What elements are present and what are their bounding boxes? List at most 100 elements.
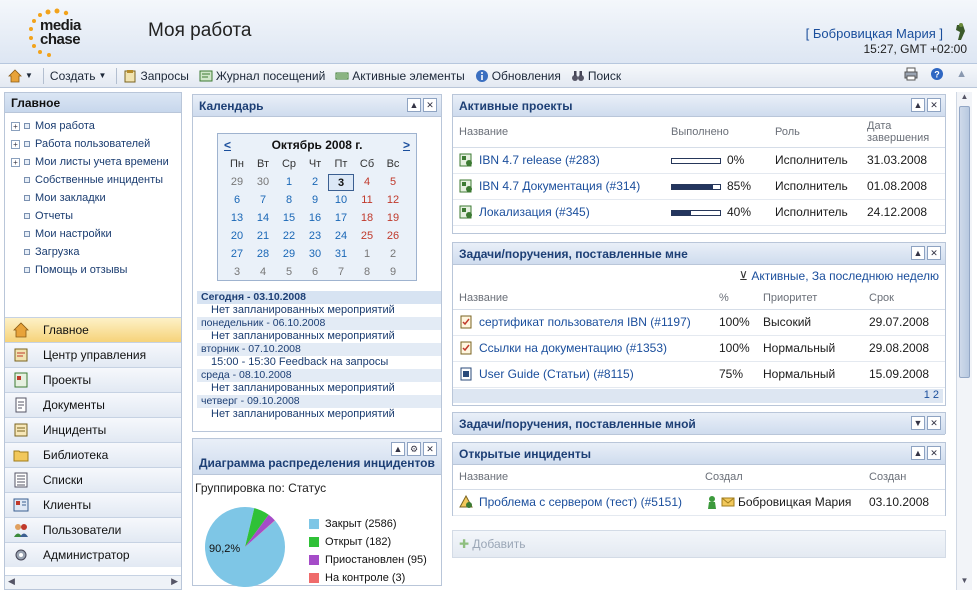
calendar-day[interactable]: 1 [276, 174, 302, 191]
project-link[interactable]: Локализация (#345) [479, 205, 590, 219]
expand-plus-icon[interactable]: + [11, 157, 20, 167]
project-link[interactable]: IBN 4.7 Документация (#314) [479, 179, 640, 193]
collapse-icon[interactable]: ▲ [911, 246, 925, 260]
filter-link[interactable]: Активные, За последнюю неделю [751, 269, 939, 283]
collapse-up-icon[interactable]: ▲ [956, 68, 967, 80]
scroll-right-icon[interactable]: ▶ [171, 576, 178, 587]
calendar-day[interactable]: 5 [380, 174, 406, 191]
close-icon[interactable]: ✕ [927, 246, 941, 260]
nav-item[interactable]: Документы [5, 392, 181, 417]
agenda-event[interactable]: Нет запланированных мероприятий [197, 382, 441, 395]
table-row[interactable]: User Guide (Статьи) (#8115) 75% Нормальный… [453, 361, 945, 388]
print-icon[interactable] [904, 67, 918, 81]
table-row[interactable]: IBN 4.7 Документация (#314) 85% Исполнител… [453, 173, 945, 200]
calendar-day[interactable]: 6 [302, 264, 328, 281]
expand-plus-icon[interactable]: + [11, 139, 20, 149]
tree-item[interactable]: Мои настройки [11, 225, 181, 243]
scroll-down-icon[interactable]: ▼ [957, 576, 972, 590]
tree-item[interactable]: Загрузка [11, 243, 181, 261]
calendar-day[interactable]: 8 [354, 264, 380, 281]
calendar-day[interactable]: 6 [224, 192, 250, 209]
close-icon[interactable]: ✕ [423, 442, 437, 456]
task-name-cell[interactable]: сертификат пользователя IBN (#1197) [453, 309, 713, 336]
nav-item[interactable]: Центр управления [5, 342, 181, 367]
calendar-day[interactable]: 30 [250, 174, 276, 191]
calendar-day[interactable]: 21 [250, 228, 276, 245]
nav-item[interactable]: Клиенты [5, 492, 181, 517]
agenda-event[interactable]: 15:00 - 15:30 Feedback на запросы [197, 356, 441, 369]
updates-button[interactable]: Обновления [475, 69, 561, 83]
task-name-cell[interactable]: Ссылки на документацию (#1353) [453, 335, 713, 362]
project-name-cell[interactable]: IBN 4.7 Документация (#314) [453, 173, 665, 200]
calendar-day[interactable]: 3 [224, 264, 250, 281]
prev-month-link[interactable]: < [224, 138, 231, 152]
calendar-day[interactable]: 5 [276, 264, 302, 281]
table-row[interactable]: Локализация (#345) 40% Исполнитель 24.12.20… [453, 199, 945, 226]
nav-item[interactable]: Библиотека [5, 442, 181, 467]
agenda-day[interactable]: четверг - 09.10.2008 [197, 395, 441, 408]
calendar-day[interactable]: 2 [302, 174, 328, 191]
close-icon[interactable]: ✕ [423, 98, 437, 112]
expand-icon[interactable]: ▼ [911, 416, 925, 430]
calendar-day[interactable]: 7 [250, 192, 276, 209]
task-link[interactable]: Ссылки на документацию (#1353) [479, 341, 667, 355]
table-row[interactable]: сертификат пользователя IBN (#1197) 100% В… [453, 309, 945, 336]
help-icon[interactable]: ? [930, 67, 944, 81]
close-icon[interactable]: ✕ [927, 416, 941, 430]
calendar-day[interactable]: 29 [276, 246, 302, 263]
calendar-day[interactable]: 8 [276, 192, 302, 209]
user-name-link[interactable]: [ Бобровицкая Мария ] [806, 26, 943, 41]
agenda-day[interactable]: вторник - 07.10.2008 [197, 343, 441, 356]
project-name-cell[interactable]: IBN 4.7 release (#283) [453, 147, 665, 174]
search-button[interactable]: Поиск [571, 69, 621, 83]
calendar-day[interactable]: 30 [302, 246, 328, 263]
calendar-day[interactable]: 7 [328, 264, 354, 281]
collapse-icon[interactable]: ▲ [911, 446, 925, 460]
calendar-day[interactable]: 22 [276, 228, 302, 245]
tree-item[interactable]: + Мои листы учета времени [11, 153, 181, 171]
page-1-link[interactable]: 1 [924, 389, 930, 401]
tree-item[interactable]: Собственные инциденты [11, 171, 181, 189]
nav-item[interactable]: Администратор [5, 542, 181, 567]
calendar-day[interactable]: 3 [328, 174, 354, 191]
settings-icon[interactable]: ⚙ [407, 442, 421, 456]
table-row[interactable]: IBN 4.7 release (#283) 0% Исполнитель 31.03… [453, 147, 945, 174]
calendar-day[interactable]: 2 [380, 246, 406, 263]
calendar-day[interactable]: 13 [224, 210, 250, 227]
calendar-day[interactable]: 26 [380, 228, 406, 245]
logout-icon[interactable] [953, 22, 967, 42]
calendar-day[interactable]: 17 [328, 210, 354, 227]
calendar-day[interactable]: 12 [380, 192, 406, 209]
main-vertical-scrollbar[interactable]: ▲ ▼ [956, 92, 972, 590]
incident-name-cell[interactable]: Проблема с сервером (тест) (#5151) [453, 489, 699, 516]
next-month-link[interactable]: > [403, 138, 410, 152]
creator-cell[interactable]: Бобровицкая Мария [699, 489, 863, 516]
agenda-event[interactable]: Нет запланированных мероприятий [197, 330, 441, 343]
scroll-left-icon[interactable]: ◀ [8, 576, 15, 587]
agenda-day[interactable]: понедельник - 06.10.2008 [197, 317, 441, 330]
active-items-button[interactable]: Активные элементы [335, 69, 465, 83]
tree-item[interactable]: Мои закладки [11, 189, 181, 207]
scrollbar-thumb[interactable] [959, 106, 970, 378]
calendar-day[interactable]: 4 [354, 174, 380, 191]
create-menu-button[interactable]: Создать ▼ [50, 69, 107, 83]
collapse-icon[interactable]: ▲ [391, 442, 405, 456]
calendar-day[interactable]: 1 [354, 246, 380, 263]
scroll-up-icon[interactable]: ▲ [957, 92, 972, 106]
nav-item[interactable]: Инциденты [5, 417, 181, 442]
project-name-cell[interactable]: Локализация (#345) [453, 199, 665, 226]
collapse-icon[interactable]: ▲ [911, 98, 925, 112]
agenda-day[interactable]: среда - 08.10.2008 [197, 369, 441, 382]
calendar-day[interactable]: 4 [250, 264, 276, 281]
nav-item[interactable]: Списки [5, 467, 181, 492]
visit-log-button[interactable]: Журнал посещений [199, 69, 325, 83]
table-row[interactable]: Ссылки на документацию (#1353) 100% Нормал… [453, 335, 945, 362]
nav-item[interactable]: Пользователи [5, 517, 181, 542]
calendar-day[interactable]: 14 [250, 210, 276, 227]
project-link[interactable]: IBN 4.7 release (#283) [479, 153, 600, 167]
tree-item[interactable]: Помощь и отзывы [11, 261, 181, 279]
mail-icon[interactable] [721, 495, 738, 509]
calendar-day[interactable]: 9 [302, 192, 328, 209]
expand-plus-icon[interactable]: + [11, 121, 20, 131]
sidebar-horizontal-scrollbar[interactable]: ◀ ▶ [5, 575, 181, 589]
